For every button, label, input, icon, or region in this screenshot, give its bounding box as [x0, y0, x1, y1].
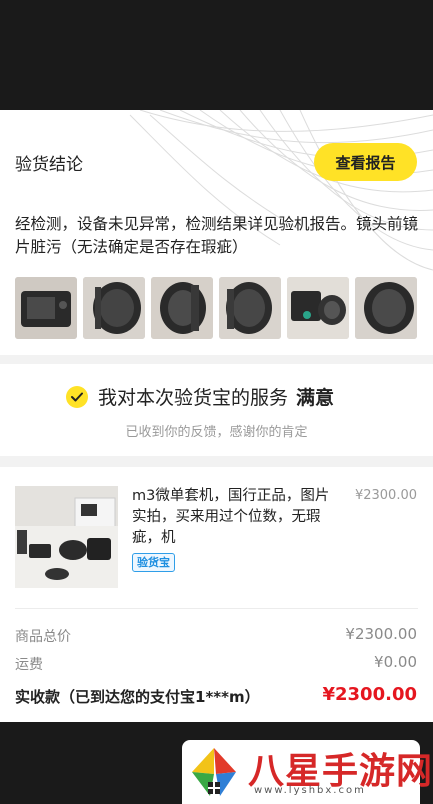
shipping-value: ¥0.00	[374, 653, 417, 671]
check-icon	[66, 385, 88, 408]
received-amount-value: ¥2300.00	[322, 684, 417, 705]
satisfaction-text: 我对本次验货宝的服务	[98, 387, 289, 409]
watermark-url: www.lyshbx.com	[254, 785, 366, 796]
inspection-service-badge: 验货宝	[132, 553, 175, 572]
inspection-photo-strip	[15, 277, 417, 339]
product-price: ¥2300.00	[354, 488, 417, 503]
inspection-photo[interactable]	[83, 277, 145, 339]
inspection-photo[interactable]	[219, 277, 281, 339]
product-image[interactable]	[15, 486, 118, 588]
watermark-logo-icon	[186, 744, 242, 800]
goods-total-value: ¥2300.00	[345, 625, 417, 643]
satisfaction-card	[0, 364, 433, 456]
product-title[interactable]: m3微单套机，国行正品，图片实拍，买来用过个位数，无瑕疵，机	[132, 486, 342, 549]
inspection-photo[interactable]	[287, 277, 349, 339]
divider	[15, 608, 418, 609]
inspection-photo[interactable]	[15, 277, 77, 339]
top-dark-area	[0, 0, 433, 110]
view-report-button[interactable]: 查看报告	[314, 143, 417, 181]
inspection-title: 验货结论	[15, 155, 83, 175]
satisfaction-row: 我对本次验货宝的服务 满意	[66, 383, 337, 410]
inspection-conclusion: 经检测，设备未见异常，检测结果详见验机报告。镜头前镜片脏污（无法确定是否存在瑕疵…	[15, 215, 419, 256]
goods-total-label: 商品总价	[15, 629, 71, 645]
inspection-photo[interactable]	[151, 277, 213, 339]
inspection-photo[interactable]	[355, 277, 417, 339]
shipping-label: 运费	[15, 657, 43, 673]
received-amount-label: 实收款（已到达您的支付宝1***m）	[15, 688, 260, 706]
satisfaction-subtext: 已收到你的反馈，感谢你的肯定	[125, 425, 308, 440]
satisfaction-highlight: 满意	[294, 383, 337, 410]
